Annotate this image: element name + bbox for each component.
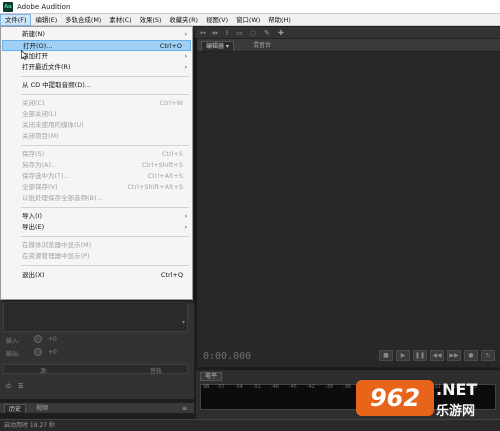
watermark-domain: .NET (436, 380, 478, 399)
list-icon[interactable]: ☰ (18, 383, 23, 390)
tab-editor[interactable]: 编辑器 ▾ (201, 41, 234, 51)
menu-favorites[interactable]: 收藏夹(R) (165, 14, 202, 26)
meter-tick: -48 (271, 385, 279, 390)
menu-item-open[interactable]: 打开(O)... Ctrl+O (2, 40, 191, 51)
brush-tool-icon[interactable]: ✎ (264, 29, 270, 37)
submenu-arrow-icon: › (184, 31, 187, 38)
bottom-tab-bar: 历史 视频 ≡ (0, 402, 194, 413)
menu-view[interactable]: 视图(V) (202, 14, 232, 26)
menu-item-reveal-explorer[interactable]: 在资源管理器中显示(P) (2, 251, 191, 262)
menu-item-close-session[interactable]: 关闭项目(M) (2, 131, 191, 142)
input-knob[interactable] (34, 335, 42, 343)
menu-help[interactable]: 帮助(H) (264, 14, 295, 26)
menu-item-close[interactable]: 关闭(C) Ctrl+W (2, 98, 191, 109)
marquee-tool-icon[interactable]: ▭ (236, 29, 243, 37)
loop-button[interactable]: ↻ (481, 350, 495, 361)
effects-rack (3, 302, 188, 332)
menu-window[interactable]: 窗口(W) (232, 14, 264, 26)
record-button[interactable]: ● (464, 350, 478, 361)
menu-separator (21, 265, 189, 266)
menu-item-save-all[interactable]: 全部保存(V) Ctrl+Shift+Alt+S (2, 182, 191, 193)
menu-separator (21, 236, 189, 237)
site-watermark: 962 .NET 乐游网 (356, 378, 496, 426)
spot-heal-icon[interactable]: ✚ (278, 29, 284, 37)
mouse-cursor-icon (21, 50, 28, 60)
panel-menu-icon[interactable]: ≡ (178, 404, 191, 413)
meter-tick: -57 (217, 385, 225, 390)
menu-item-export[interactable]: 导出(E) › (2, 222, 191, 233)
window-title: Adobe Audition (17, 2, 71, 11)
power-icon[interactable]: ⏻ (6, 383, 11, 391)
menu-bar: 文件(F) 编辑(E) 多轨合成(M) 素材(C) 效果(S) 收藏夹(R) 视… (0, 13, 500, 26)
menu-item-close-all[interactable]: 全部关闭(L) (2, 109, 191, 120)
tab-levels[interactable]: 电平 (200, 372, 223, 381)
time-display: 0:00.000 (203, 351, 252, 362)
stop-button[interactable]: ■ (379, 350, 393, 361)
menu-item-import[interactable]: 导入(I) › (2, 211, 191, 222)
meter-tick: -42 (307, 385, 315, 390)
submenu-arrow-icon: › (184, 224, 187, 231)
menu-item-save-as[interactable]: 另存为(A)... Ctrl+Shift+S (2, 160, 191, 171)
menu-effects[interactable]: 效果(S) (136, 14, 166, 26)
menu-multitrack[interactable]: 多轨合成(M) (61, 14, 105, 26)
rack-scroll-icon[interactable]: ▾ (182, 319, 185, 326)
menu-clip[interactable]: 素材(C) (105, 14, 135, 26)
menu-item-open-append[interactable]: 追加打开 › (2, 51, 191, 62)
menu-file[interactable]: 文件(F) (0, 13, 32, 26)
meter-tick: -36 (343, 385, 351, 390)
output-label: 输出: (6, 351, 21, 358)
pause-button[interactable]: ❚❚ (413, 350, 427, 361)
meter-tick: -39 (325, 385, 333, 390)
title-bar: Au Adobe Audition (0, 0, 500, 14)
lasso-tool-icon[interactable]: ◌ (250, 29, 256, 37)
menu-separator (21, 76, 189, 77)
input-value: +0 (48, 336, 57, 343)
menu-item-reveal-browser[interactable]: 在媒体浏览器中显示(M) (2, 240, 191, 251)
menu-item-open-recent[interactable]: 打开最近文件(R) › (2, 62, 191, 73)
tab-history[interactable]: 历史 (4, 404, 27, 413)
file-menu-dropdown: 新建(N) › 打开(O)... Ctrl+O 追加打开 › 打开最近文件(R) › 从… (0, 26, 193, 300)
menu-separator (21, 94, 189, 95)
watermark-number: 962 (356, 380, 434, 416)
menu-item-exit[interactable]: 退出(X) Ctrl+Q (2, 270, 191, 281)
forward-button[interactable]: ▶▶ (447, 350, 461, 361)
menu-separator (21, 145, 189, 146)
meter-tick: -45 (289, 385, 297, 390)
meter-tick: -54 (235, 385, 243, 390)
app-icon: Au (3, 1, 13, 12)
meter-tick: dB (203, 385, 210, 390)
slip-tool-icon[interactable]: ⇹ (212, 29, 218, 37)
menu-item-save-selection[interactable]: 保存选中为(T)... Ctrl+Alt+S (2, 171, 191, 182)
track-label: 音轨 (150, 368, 163, 375)
menu-separator (21, 207, 189, 208)
tab-mixer[interactable]: 混音台 (249, 41, 275, 51)
meter-tick: -51 (253, 385, 261, 390)
output-knob[interactable] (34, 348, 42, 356)
watermark-cn: 乐游网 (436, 404, 476, 419)
tab-video[interactable]: 视频 (32, 404, 52, 413)
menu-item-save-all-batch[interactable]: 以批处理保存全部音频(B)... (2, 193, 191, 204)
razor-tool-icon[interactable]: I (226, 29, 228, 37)
menu-edit[interactable]: 编辑(E) (31, 14, 61, 26)
submenu-arrow-icon: › (184, 64, 187, 71)
menu-item-new[interactable]: 新建(N) › (2, 29, 191, 40)
submenu-arrow-icon: › (184, 53, 187, 60)
submenu-arrow-icon: › (184, 213, 187, 220)
input-label: 输入: (6, 338, 21, 345)
editor-tab-bar: 编辑器 ▾ 混音台 (197, 39, 500, 52)
menu-item-extract-cd[interactable]: 从 CD 中提取音频(D)... (2, 80, 191, 91)
play-button[interactable]: ▶ (396, 350, 410, 361)
time-selection-icon[interactable]: ↔ (200, 29, 206, 37)
menu-item-save[interactable]: 保存(S) Ctrl+S (2, 149, 191, 160)
rewind-button[interactable]: ◀◀ (430, 350, 444, 361)
menu-item-close-unused[interactable]: 关闭未使用的媒体(U) (2, 120, 191, 131)
editor-panel: 编辑器 ▾ 混音台 0:00.000 ■ ▶ ❚❚ ◀◀ ▶▶ ● ↻ (196, 39, 500, 367)
output-value: +0 (48, 349, 57, 356)
source-label: 源: (40, 368, 49, 375)
